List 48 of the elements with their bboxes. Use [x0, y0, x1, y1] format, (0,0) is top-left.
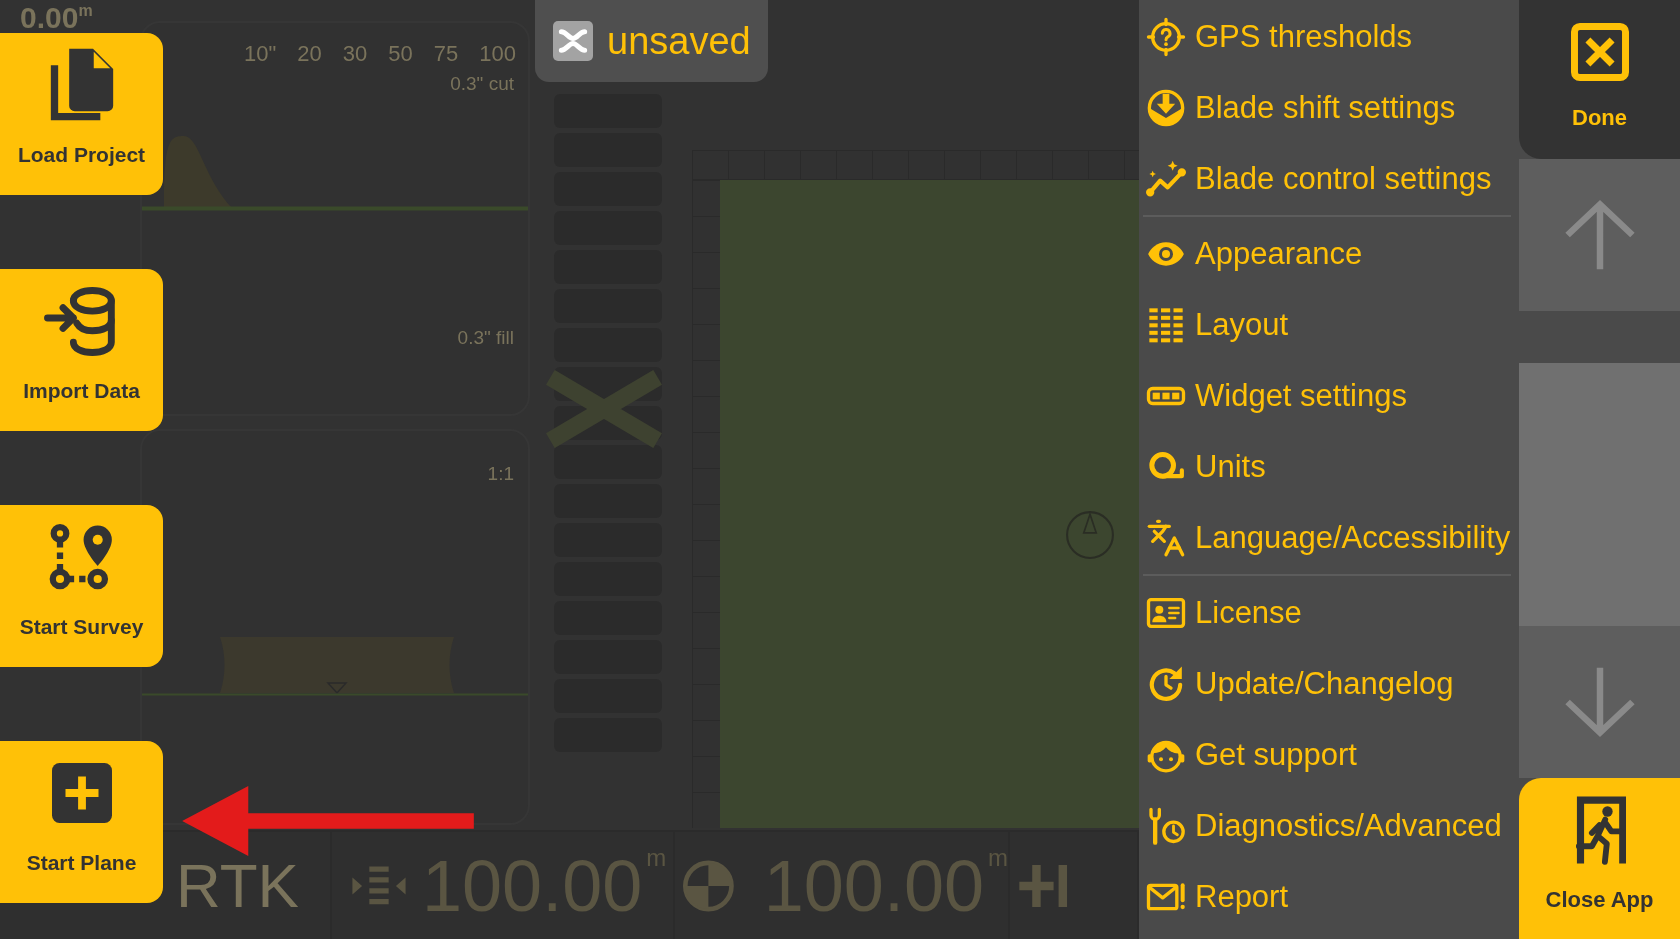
project-status-text: unsaved: [607, 19, 751, 63]
quick-action-button[interactable]: Start Survey: [0, 505, 163, 667]
menu-item[interactable]: Update/Changelog: [1143, 648, 1513, 719]
compass-icon: [1065, 510, 1115, 560]
scroll-thumb[interactable]: [1519, 363, 1680, 626]
plus-square-icon: [51, 763, 112, 823]
menu-item[interactable]: Units: [1143, 431, 1513, 502]
menu-item[interactable]: Diagnostics/Advanced: [1143, 790, 1513, 861]
route-pin-icon: [48, 523, 115, 591]
cross-square-icon: [553, 21, 593, 61]
scale-tick-label: 100: [479, 41, 516, 67]
scale-label: 1:1: [487, 463, 514, 485]
down-arrow-circle-icon: [1146, 87, 1186, 128]
menu-item[interactable]: Report: [1143, 861, 1513, 932]
menu-item[interactable]: Widget settings: [1143, 360, 1513, 431]
quick-action-button[interactable]: Load Project: [0, 33, 163, 195]
menu-item[interactable]: GPS thresholds: [1143, 1, 1513, 72]
fill-label: 0.3" fill: [457, 327, 514, 349]
menu-item[interactable]: Blade shift settings: [1143, 72, 1513, 143]
down-arrow-icon: [1563, 666, 1636, 738]
scale-tick-label: 10": [244, 41, 277, 67]
close-app-button[interactable]: Close App: [1519, 778, 1680, 939]
exit-door-icon: [1573, 795, 1626, 867]
depth-readout: 0.00$^{m}$: [20, 3, 93, 33]
up-arrow-icon: [1563, 199, 1636, 271]
scale-tick-label: 50: [388, 41, 413, 67]
quick-action-button[interactable]: Start Plane: [0, 741, 163, 903]
menu-item[interactable]: Appearance: [1143, 218, 1513, 289]
scale-tick-label: 75: [433, 41, 459, 67]
crosshair-question-icon: [1146, 16, 1186, 57]
menu-item[interactable]: Blade control settings: [1143, 143, 1513, 214]
close-icon: [1570, 23, 1629, 81]
done-button[interactable]: Done: [1519, 0, 1680, 159]
menu-item[interactable]: Language/Accessibility: [1143, 502, 1513, 573]
scroll-up-button[interactable]: [1519, 159, 1680, 311]
menu-item[interactable]: Layout: [1143, 289, 1513, 360]
translate-icon: [1146, 517, 1186, 558]
wrench-clock-icon: [1146, 805, 1186, 846]
scale-tick-label: 20: [297, 41, 322, 67]
cross-mark-icon: [545, 370, 663, 448]
quick-action-button[interactable]: Import Data: [0, 269, 163, 431]
menu-item[interactable]: Get support: [1143, 719, 1513, 790]
sparkle-chart-icon: [1146, 158, 1186, 199]
scale-tick-label: 30: [342, 41, 368, 67]
scroll-down-button[interactable]: [1519, 626, 1680, 778]
gps-mode-text: RTK: [176, 850, 299, 921]
cut-label: 0.3" cut: [450, 73, 514, 95]
menu-item[interactable]: License: [1143, 577, 1513, 648]
